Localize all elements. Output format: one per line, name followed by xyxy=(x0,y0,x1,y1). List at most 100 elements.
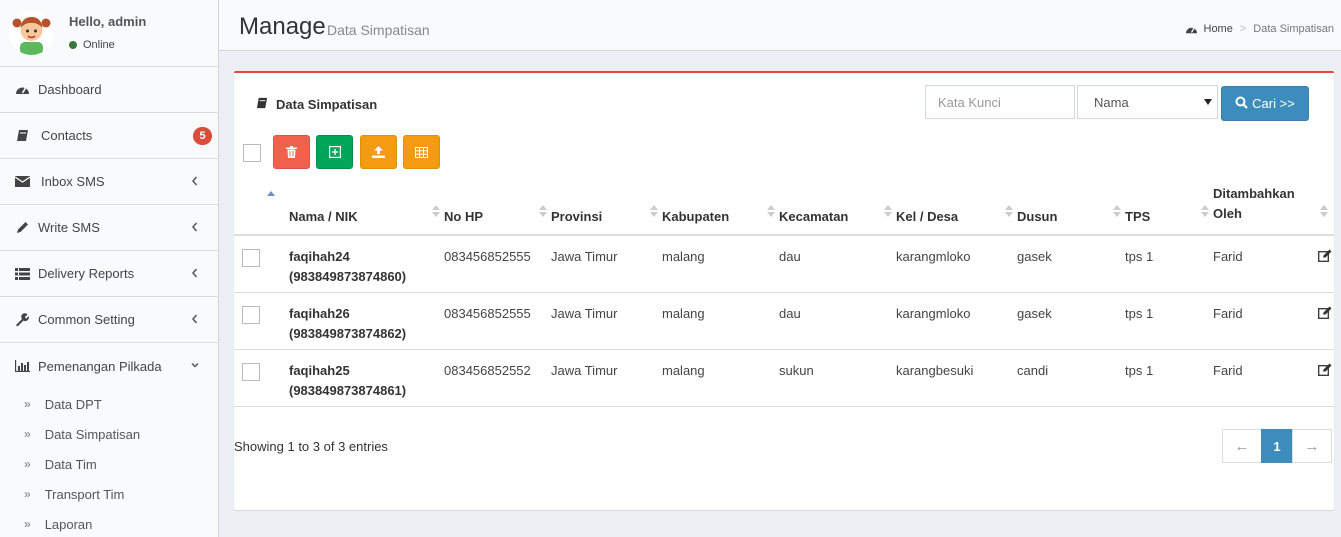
row-tps: tps 1 xyxy=(1125,235,1213,293)
sidebar-item-label: Inbox SMS xyxy=(41,174,105,189)
pencil-icon xyxy=(14,221,30,235)
sidebar-item-common-setting[interactable]: Common Setting xyxy=(0,297,218,343)
row-desa: karangbesuki xyxy=(896,349,1017,407)
select-all-checkbox[interactable] xyxy=(243,144,261,162)
edit-icon[interactable] xyxy=(1318,362,1332,382)
sidebar-item-contacts[interactable]: Contacts 5 xyxy=(0,113,218,159)
sidebar-item-pemenangan-pilkada[interactable]: Pemenangan Pilkada xyxy=(0,343,218,389)
submenu-item-label: Data Simpatisan xyxy=(44,426,141,442)
pagination-prev-button[interactable]: ← xyxy=(1222,429,1262,463)
column-header-provinsi[interactable]: Provinsi xyxy=(551,181,662,236)
column-header-select[interactable] xyxy=(234,181,289,236)
column-header-label: Nama / NIK xyxy=(289,209,358,224)
user-status: Online xyxy=(69,39,115,51)
submenu-item-transport-tim[interactable]: » Transport Tim xyxy=(0,479,218,509)
column-header-label: Kecamatan xyxy=(779,209,849,224)
double-chevron-right-icon: » xyxy=(24,487,31,501)
submenu-item-data-simpatisan[interactable]: » Data Simpatisan xyxy=(0,419,218,449)
data-simpatisan-box: Data Simpatisan Nama Cari >> xyxy=(234,71,1334,510)
submenu-item-label: Laporan xyxy=(44,516,93,532)
column-header-no-hp[interactable]: No HP xyxy=(444,181,551,236)
row-nik: (983849873874860) xyxy=(289,269,407,284)
sort-icon xyxy=(1201,205,1209,217)
sort-icon xyxy=(1320,205,1328,217)
row-hp: 083456852555 xyxy=(444,292,551,350)
sidebar-item-dashboard[interactable]: Dashboard xyxy=(0,67,218,113)
breadcrumb-separator: > xyxy=(1239,23,1247,35)
row-kecamatan: dau xyxy=(779,292,896,350)
edit-icon[interactable] xyxy=(1318,248,1332,268)
data-table: Nama / NIK No HP Provinsi Kabupaten Keca… xyxy=(234,181,1334,407)
sort-icon xyxy=(767,205,775,217)
sidebar-item-label: Delivery Reports xyxy=(38,266,135,281)
submenu-item-data-dpt[interactable]: » Data DPT xyxy=(0,389,218,419)
column-header-kecamatan[interactable]: Kecamatan xyxy=(779,181,896,236)
box-title-label: Data Simpatisan xyxy=(276,97,378,112)
column-header-kabupaten[interactable]: Kabupaten xyxy=(662,181,779,236)
row-oleh: Farid xyxy=(1213,349,1318,407)
dashboard-icon xyxy=(14,83,30,97)
submenu-item-laporan[interactable]: » Laporan xyxy=(0,509,218,537)
sort-icon xyxy=(539,205,547,217)
row-hp: 083456852555 xyxy=(444,235,551,293)
sidebar-item-label: Write SMS xyxy=(38,220,100,235)
page-title: Manage xyxy=(239,13,326,40)
row-checkbox[interactable] xyxy=(242,305,260,324)
row-tps: tps 1 xyxy=(1125,349,1213,407)
row-kabupaten: malang xyxy=(662,349,779,407)
row-dusun: candi xyxy=(1017,349,1125,407)
upload-icon xyxy=(372,146,385,158)
sidebar-item-write-sms[interactable]: Write SMS xyxy=(0,205,218,251)
contacts-count-badge: 5 xyxy=(193,127,212,145)
submenu-item-label: Transport Tim xyxy=(44,486,125,502)
chevron-left-icon xyxy=(192,268,198,278)
search-field-selected: Nama xyxy=(1094,94,1129,110)
caret-down-icon xyxy=(1204,99,1212,105)
breadcrumb-home-link[interactable]: Home xyxy=(1204,23,1233,35)
chevron-left-icon xyxy=(192,176,198,186)
wrench-icon xyxy=(14,312,30,327)
sidebar-item-inbox-sms[interactable]: Inbox SMS xyxy=(0,159,218,205)
row-checkbox[interactable] xyxy=(242,249,260,267)
column-header-label: Provinsi xyxy=(551,209,603,224)
row-name: faqihah25 xyxy=(289,362,350,378)
sidebar-item-label: Common Setting xyxy=(38,312,135,327)
search-input[interactable] xyxy=(925,85,1075,119)
column-header-label: Ditambahkan Oleh xyxy=(1213,186,1295,221)
submenu-item-label: Data Tim xyxy=(44,456,97,472)
page-subtitle: Data Simpatisan xyxy=(327,22,430,38)
row-kabupaten: malang xyxy=(662,235,779,293)
sort-icon xyxy=(884,205,892,217)
column-header-dusun[interactable]: Dusun xyxy=(1017,181,1125,236)
pemenangan-submenu: » Data DPT » Data Simpatisan » Data Tim … xyxy=(0,389,218,537)
search-button[interactable]: Cari >> xyxy=(1221,86,1309,121)
sidebar-menu: Dashboard Contacts 5 Inbox SMS Write SMS xyxy=(0,67,218,389)
search-field-select[interactable]: Nama xyxy=(1077,85,1218,119)
column-header-tps[interactable]: TPS xyxy=(1125,181,1213,236)
row-tps: tps 1 xyxy=(1125,292,1213,350)
row-checkbox[interactable] xyxy=(242,362,260,381)
column-header-kel-desa[interactable]: Kel / Desa xyxy=(896,181,1017,236)
add-button[interactable] xyxy=(316,135,353,169)
edit-icon[interactable] xyxy=(1318,305,1332,325)
chevron-left-icon xyxy=(192,314,198,324)
pagination-next-button[interactable]: → xyxy=(1292,429,1332,463)
sidebar-item-delivery-reports[interactable]: Delivery Reports xyxy=(0,251,218,297)
table-view-button[interactable] xyxy=(403,135,440,169)
row-name: faqihah26 xyxy=(289,305,350,321)
sort-asc-icon xyxy=(267,191,275,196)
sidebar-item-label: Dashboard xyxy=(38,82,102,97)
pagination-page-1[interactable]: 1 xyxy=(1261,429,1293,463)
column-header-nama-nik[interactable]: Nama / NIK xyxy=(289,181,444,236)
upload-button[interactable] xyxy=(360,135,397,169)
user-name: Hello, admin xyxy=(69,14,147,29)
column-header-label: Dusun xyxy=(1017,209,1058,224)
content-header: Manage Data Simpatisan Home > Data Simpa… xyxy=(219,0,1341,51)
breadcrumb: Home > Data Simpatisan xyxy=(1185,23,1334,35)
submenu-item-data-tim[interactable]: » Data Tim xyxy=(0,449,218,479)
column-header-ditambahkan-oleh[interactable]: Ditambahkan Oleh xyxy=(1213,181,1328,236)
delete-button[interactable] xyxy=(273,135,310,169)
double-chevron-right-icon: » xyxy=(24,457,31,471)
row-provinsi: Jawa Timur xyxy=(551,292,662,350)
row-dusun: gasek xyxy=(1017,292,1125,350)
